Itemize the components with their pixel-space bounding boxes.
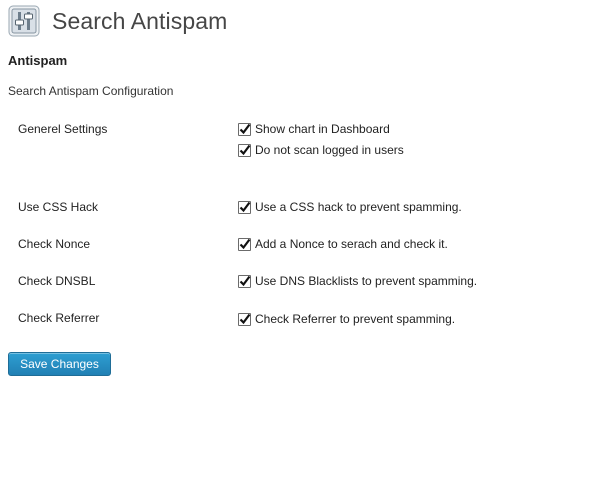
- check-referrer-option[interactable]: Check Referrer to prevent spamming.: [238, 311, 455, 327]
- checkmark-icon: [239, 144, 251, 155]
- check-referrer-option-label: Check Referrer to prevent spamming.: [255, 312, 456, 326]
- show-chart-option[interactable]: Show chart in Dashboard: [238, 121, 390, 137]
- skip-logged-in-label: Do not scan logged in users: [255, 143, 404, 157]
- check-dnsbl-label: Check DNSBL: [18, 274, 96, 288]
- show-chart-label: Show chart in Dashboard: [255, 122, 390, 136]
- css-hack-checkbox[interactable]: [238, 200, 251, 214]
- show-chart-checkbox[interactable]: [238, 122, 251, 136]
- check-nonce-option-label: Add a Nonce to serach and check it.: [255, 237, 448, 251]
- section-title: Antispam: [8, 53, 68, 68]
- checkmark-icon: [239, 123, 251, 134]
- settings-page: Search Antispam Antispam Search Antispam…: [0, 0, 611, 498]
- checkmark-icon: [239, 201, 251, 212]
- check-nonce-checkbox[interactable]: [238, 237, 251, 251]
- check-referrer-label: Check Referrer: [18, 311, 100, 325]
- save-changes-button[interactable]: Save Changes: [8, 352, 111, 376]
- css-hack-option[interactable]: Use a CSS hack to prevent spamming.: [238, 199, 462, 215]
- check-dnsbl-checkbox[interactable]: [238, 274, 251, 288]
- css-hack-label: Use CSS Hack: [18, 200, 99, 214]
- checkmark-icon: [239, 275, 251, 286]
- skip-logged-in-option[interactable]: Do not scan logged in users: [238, 142, 404, 158]
- page-title: Search Antispam: [52, 7, 228, 34]
- general-settings-label: Generel Settings: [18, 122, 108, 136]
- check-dnsbl-option-label: Use DNS Blacklists to prevent spamming.: [255, 274, 478, 288]
- check-referrer-checkbox[interactable]: [238, 312, 251, 326]
- css-hack-option-label: Use a CSS hack to prevent spamming.: [255, 200, 462, 214]
- check-nonce-label: Check Nonce: [18, 237, 91, 251]
- check-dnsbl-option[interactable]: Use DNS Blacklists to prevent spamming.: [238, 273, 477, 289]
- checkmark-icon: [239, 313, 251, 324]
- page-header: Search Antispam: [8, 4, 227, 38]
- check-nonce-option[interactable]: Add a Nonce to serach and check it.: [238, 236, 448, 252]
- section-description: Search Antispam Configuration: [8, 84, 174, 98]
- checkmark-icon: [239, 238, 251, 249]
- skip-logged-in-checkbox[interactable]: [238, 143, 251, 157]
- settings-sliders-icon: [8, 5, 40, 37]
